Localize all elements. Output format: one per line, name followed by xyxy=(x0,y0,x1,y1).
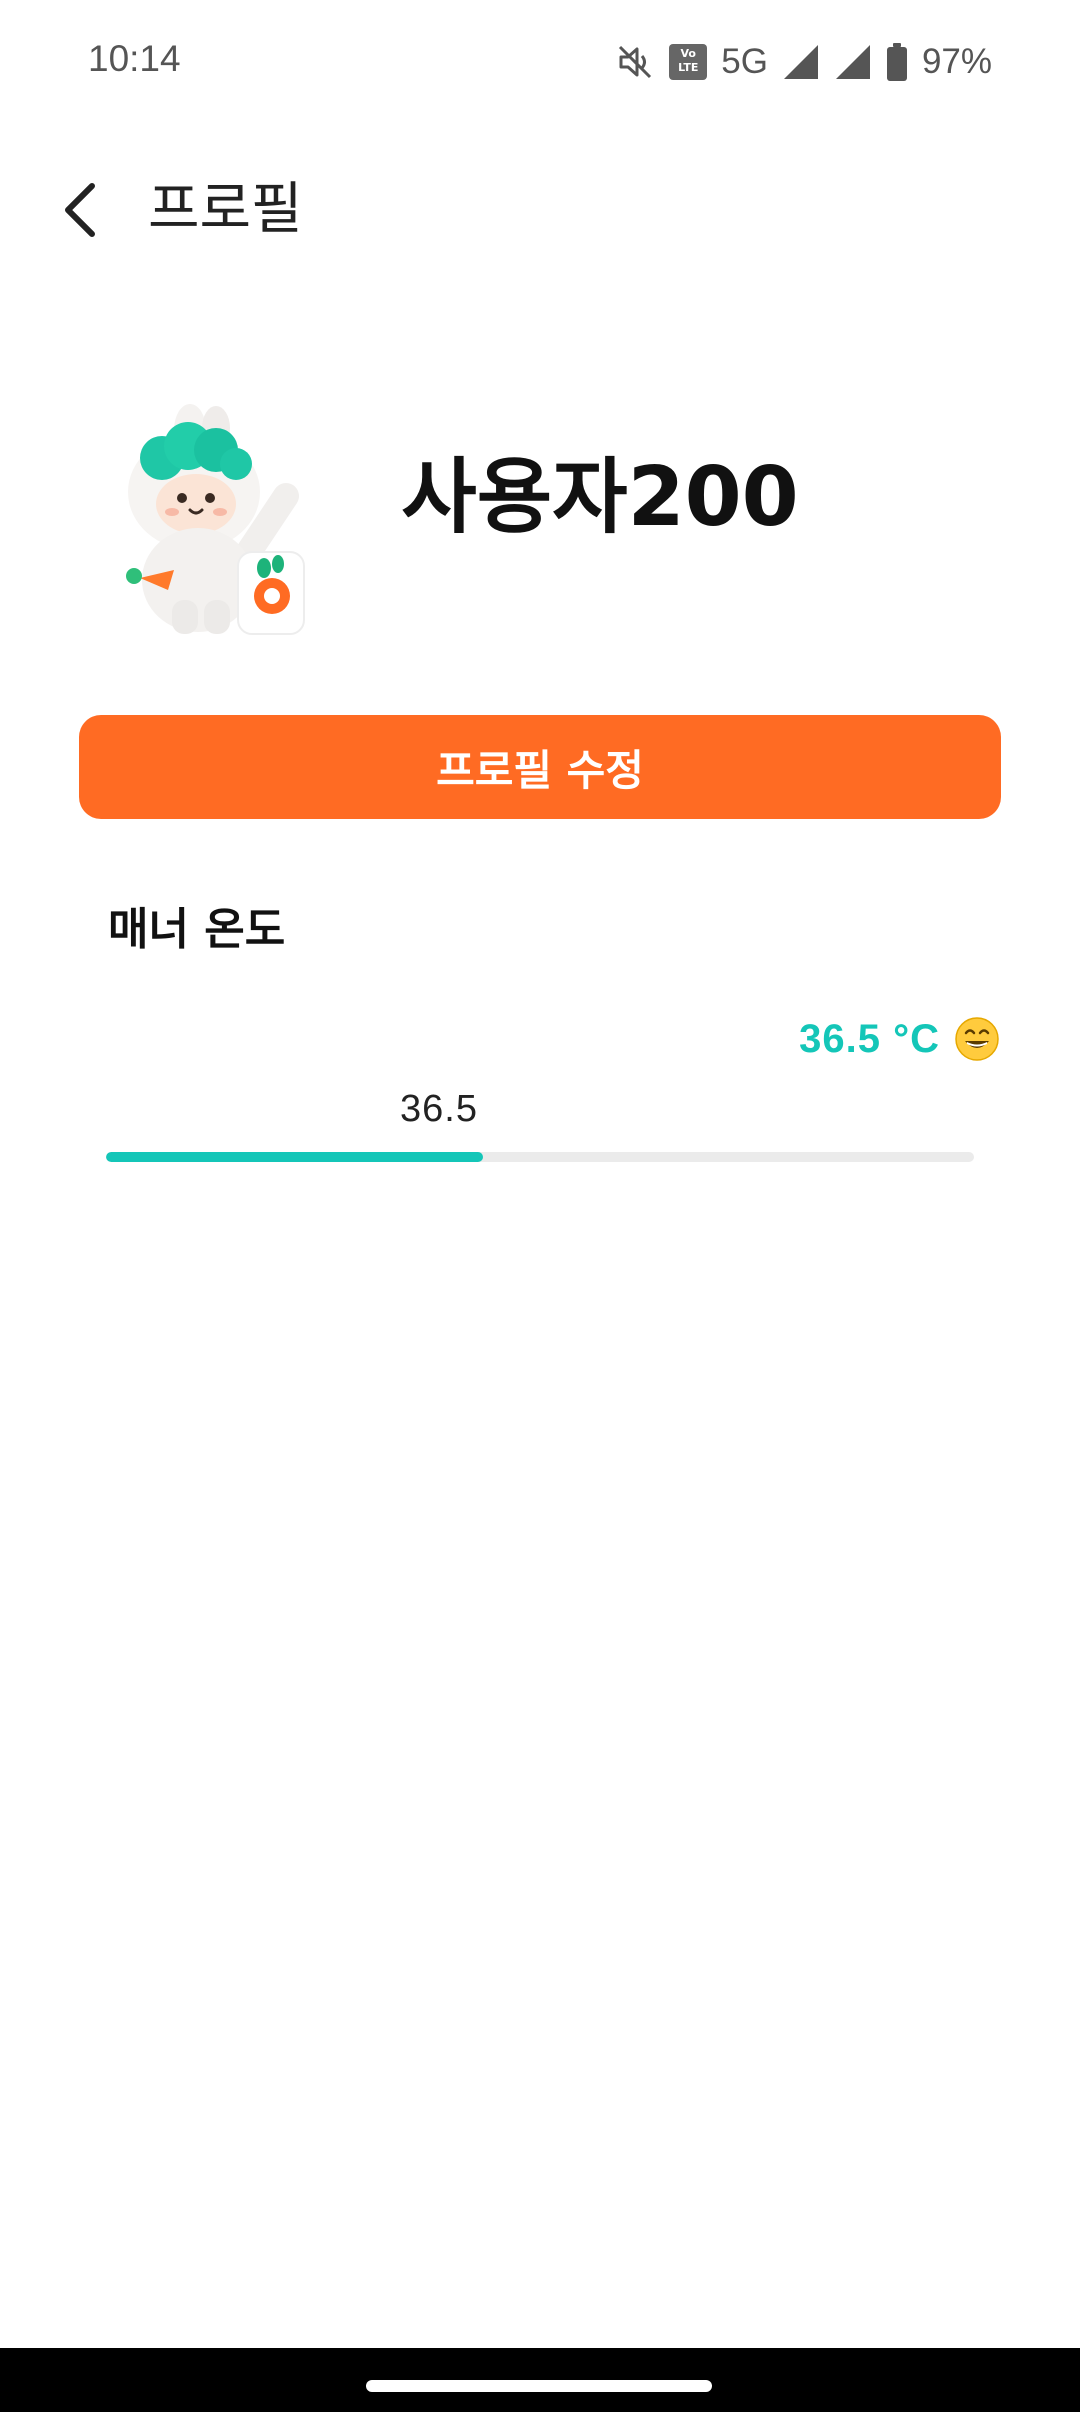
grinning-face-icon xyxy=(955,1017,999,1061)
battery-percent: 97% xyxy=(921,42,992,81)
header: 프로필 xyxy=(0,150,1080,270)
manner-temperature-title: 매너 온도 xyxy=(108,904,286,955)
back-button[interactable] xyxy=(44,174,116,246)
temperature-bar xyxy=(106,1152,974,1162)
temperature-bar-fill xyxy=(106,1152,483,1162)
rabbit-mascot-avatar xyxy=(126,404,305,635)
temperature-readout: 36.5 °C xyxy=(799,1016,1000,1062)
status-icons: Vo LTE 5G 97% xyxy=(615,38,992,86)
home-indicator[interactable] xyxy=(366,2380,712,2392)
signal-icon xyxy=(783,45,818,79)
temperature-value: 36.5 °C xyxy=(799,1016,940,1061)
chevron-left-icon xyxy=(65,183,95,237)
battery-icon xyxy=(886,43,907,81)
status-bar: 10:14 Vo LTE 5G 97% xyxy=(0,0,1080,126)
status-time: 10:14 xyxy=(88,38,181,79)
volte-bottom-text: LTE xyxy=(678,61,699,74)
volte-icon: Vo LTE xyxy=(669,44,708,80)
edit-profile-button[interactable]: 프로필 수정 xyxy=(79,715,1001,819)
navigation-bar xyxy=(0,2348,1080,2412)
page-title: 프로필 xyxy=(148,177,303,242)
volte-top-text: Vo xyxy=(680,47,696,60)
avatar[interactable] xyxy=(112,400,312,640)
network-type: 5G xyxy=(721,42,768,81)
temperature-bar-label: 36.5 xyxy=(400,1088,478,1130)
signal-icon xyxy=(835,45,870,79)
user-name: 사용자200 xyxy=(401,450,799,545)
mute-icon xyxy=(619,45,652,79)
